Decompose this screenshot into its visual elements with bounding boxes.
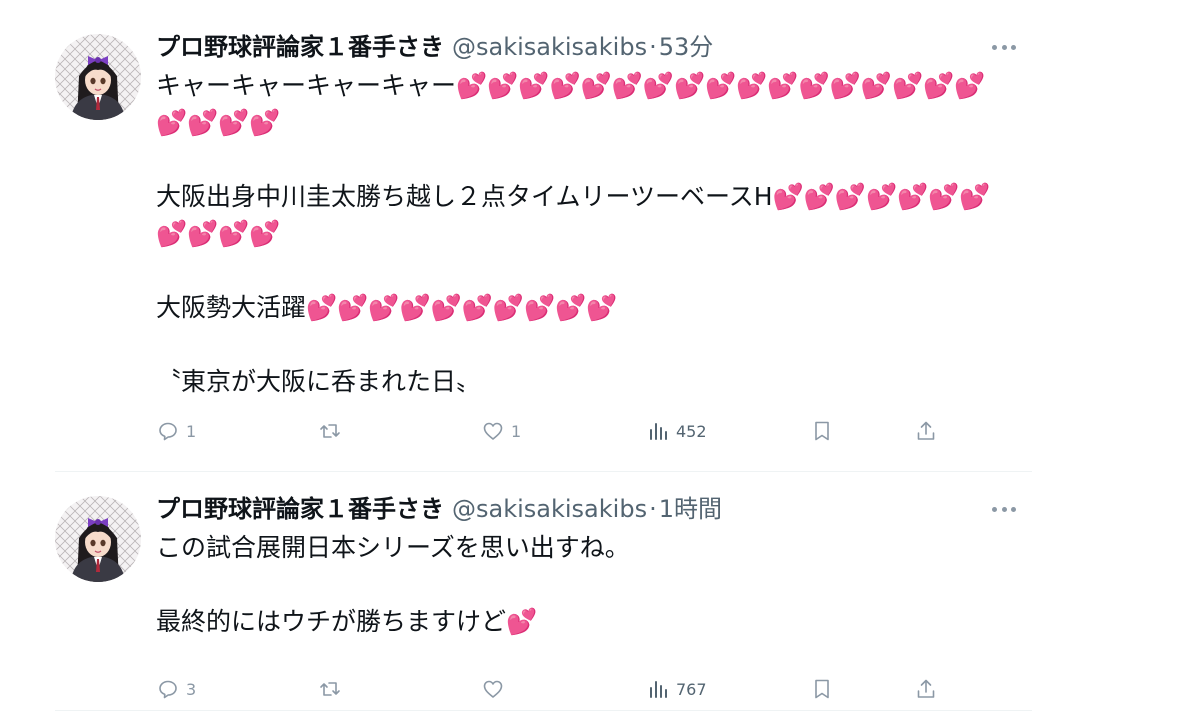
- tweet-paragraph: 最終的にはウチが勝ちますけど💕: [156, 607, 538, 636]
- display-name[interactable]: プロ野球評論家１番手さき: [156, 495, 444, 523]
- retweet-icon: [320, 682, 340, 696]
- tweet-paragraph: 大阪出身中川圭太勝ち越し２点タイムリーツーベースH💕💕💕💕💕💕💕💕💕💕💕: [156, 182, 991, 248]
- like-button[interactable]: [481, 672, 511, 706]
- user-handle[interactable]: @sakisakisakibs: [452, 495, 647, 523]
- avatar-illustration: [55, 34, 141, 120]
- bookmark-button[interactable]: [810, 672, 834, 706]
- tweet-divider: [55, 710, 1032, 711]
- tweet-text: この試合展開日本シリーズを思い出すね。 最終的にはウチが勝ちますけど💕: [156, 529, 1016, 640]
- tweet-paragraph: キャーキャーキャーキャー💕💕💕💕💕💕💕💕💕💕💕💕💕💕💕💕💕💕💕💕💕: [156, 71, 986, 137]
- share-button[interactable]: [914, 672, 938, 706]
- tweet-content: プロ野球評論家１番手さき @sakisakisakibs·1時間 この試合展開日本…: [156, 492, 1036, 699]
- share-icon: [917, 679, 935, 698]
- retweet-button[interactable]: [318, 414, 348, 448]
- like-count: 1: [511, 421, 522, 441]
- timeline: プロ野球評論家１番手さき @sakisakisakibs·53分 キャーキャーキャ…: [0, 0, 1200, 712]
- reply-count: 1: [186, 421, 197, 441]
- avatar-illustration: [55, 496, 141, 582]
- views-button[interactable]: 767: [646, 672, 707, 706]
- tweet-paragraph: この試合展開日本シリーズを思い出すね。: [156, 533, 630, 562]
- separator-dot: ·: [649, 33, 657, 61]
- tweet-header: プロ野球評論家１番手さき @sakisakisakibs·53分: [156, 30, 1036, 64]
- share-button[interactable]: [914, 414, 938, 448]
- timestamp[interactable]: 53分: [659, 33, 714, 61]
- reply-icon: [159, 680, 177, 699]
- tweet-paragraph: 大阪勢大活躍💕💕💕💕💕💕💕💕💕💕: [156, 293, 618, 322]
- more-icon[interactable]: [992, 504, 1016, 514]
- reply-count: 3: [186, 679, 197, 699]
- share-icon: [917, 421, 935, 440]
- reply-button[interactable]: 1: [156, 414, 196, 448]
- retweet-icon: [320, 424, 340, 438]
- tweet[interactable]: プロ野球評論家１番手さき @sakisakisakibs·53分 キャーキャーキャ…: [0, 0, 1200, 472]
- avatar[interactable]: [55, 34, 141, 120]
- reply-button[interactable]: 3: [156, 672, 196, 706]
- retweet-button[interactable]: [318, 672, 348, 706]
- tweet-paragraph: 〝東京が大阪に呑まれた日〟: [156, 367, 482, 396]
- views-chart-icon: [650, 681, 667, 698]
- views-button[interactable]: 452: [646, 414, 707, 448]
- tweet-header: プロ野球評論家１番手さき @sakisakisakibs·1時間: [156, 492, 1036, 526]
- heart-icon: [483, 422, 503, 440]
- tweet-text: キャーキャーキャーキャー💕💕💕💕💕💕💕💕💕💕💕💕💕💕💕💕💕💕💕💕💕 大阪出身中川…: [156, 67, 1016, 400]
- views-chart-icon: [650, 423, 667, 440]
- tweet-actions: 3 767: [156, 672, 956, 706]
- tweet-content: プロ野球評論家１番手さき @sakisakisakibs·53分 キャーキャーキャ…: [156, 30, 1036, 441]
- bookmark-icon: [815, 421, 829, 441]
- bookmark-button[interactable]: [810, 414, 834, 448]
- views-count: 452: [676, 421, 707, 441]
- avatar[interactable]: [55, 496, 141, 582]
- bookmark-icon: [815, 679, 829, 699]
- display-name[interactable]: プロ野球評論家１番手さき: [156, 33, 444, 61]
- user-handle[interactable]: @sakisakisakibs: [452, 33, 647, 61]
- more-icon[interactable]: [992, 42, 1016, 52]
- tweet[interactable]: プロ野球評論家１番手さき @sakisakisakibs·1時間 この試合展開日本…: [0, 472, 1200, 712]
- separator-dot: ·: [649, 495, 657, 523]
- views-count: 767: [676, 679, 707, 699]
- heart-icon: [483, 680, 503, 698]
- like-button[interactable]: 1: [481, 414, 521, 448]
- tweet-actions: 1 1 452: [156, 414, 956, 448]
- reply-icon: [159, 422, 177, 441]
- timestamp[interactable]: 1時間: [659, 495, 722, 523]
